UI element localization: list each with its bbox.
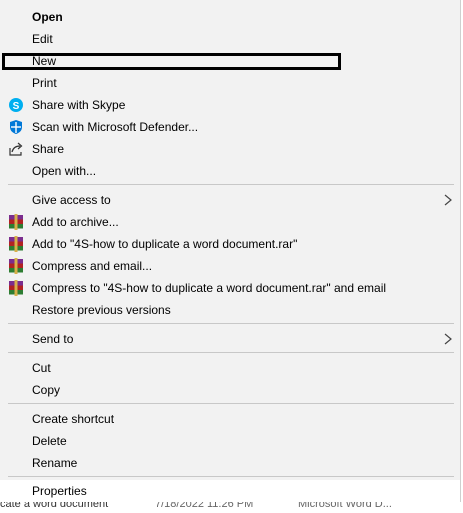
menu-item-label: Cut (32, 361, 51, 375)
menu-separator (8, 403, 454, 404)
file-date-cell: 7/18/2022 11:26 PM (155, 502, 254, 510)
menu-separator (8, 476, 454, 477)
menu-item-label: Restore previous versions (32, 303, 171, 317)
skype-icon: S (8, 97, 24, 113)
menu-item-print[interactable]: Print (0, 72, 460, 94)
menu-item-label: Share (32, 142, 65, 156)
menu-separator (8, 352, 454, 353)
menu-item-label: Compress and email... (32, 259, 153, 273)
menu-item-label: Give access to (32, 193, 111, 207)
menu-item-add-to-rar[interactable]: Add to "4S-how to duplicate a word docum… (0, 233, 460, 255)
menu-item-edit[interactable]: Edit (0, 28, 460, 50)
menu-item-label: Send to (32, 332, 74, 346)
menu-item-label: Edit (32, 32, 53, 46)
highlight-box (2, 53, 341, 70)
menu-item-label: Properties (32, 484, 87, 498)
menu-item-label: Add to archive... (32, 215, 119, 229)
menu-item-label: Copy (32, 383, 61, 397)
file-type-cell: Microsoft Word D... (298, 502, 392, 510)
menu-separator (8, 184, 454, 185)
winrar-icon (8, 258, 24, 274)
file-name-cell: cate a word document (0, 502, 109, 510)
svg-text:S: S (13, 101, 20, 112)
menu-item-label: Open with... (32, 164, 97, 178)
menu-item-delete[interactable]: Delete (0, 430, 460, 452)
menu-item-label: Open (32, 10, 63, 24)
menu-item-share[interactable]: Share (0, 138, 460, 160)
menu-item-create-shortcut[interactable]: Create shortcut (0, 408, 460, 430)
menu-item-copy[interactable]: Copy (0, 379, 460, 401)
menu-item-compress-and-email[interactable]: Compress and email... (0, 255, 460, 277)
menu-item-label: Share with Skype (32, 98, 126, 112)
menu-item-cut[interactable]: Cut (0, 357, 460, 379)
context-menu: Open Edit New Print S Share with Skype S… (0, 0, 461, 502)
menu-item-open-with[interactable]: Open with... (0, 160, 460, 182)
share-icon (8, 141, 24, 157)
winrar-icon (8, 280, 24, 296)
menu-item-properties[interactable]: Properties (0, 480, 460, 502)
menu-item-open[interactable]: Open (0, 6, 460, 28)
menu-separator (8, 323, 454, 324)
menu-item-add-to-archive[interactable]: Add to archive... (0, 211, 460, 233)
defender-shield-icon (8, 119, 24, 135)
file-list-row-behind: cate a word document 7/18/2022 11:26 PM … (0, 502, 463, 513)
menu-item-label: Create shortcut (32, 412, 115, 426)
winrar-icon (8, 236, 24, 252)
menu-item-send-to[interactable]: Send to (0, 328, 460, 350)
menu-item-label: Compress to "4S-how to duplicate a word … (32, 281, 387, 295)
menu-item-label: Scan with Microsoft Defender... (32, 120, 199, 134)
menu-item-give-access-to[interactable]: Give access to (0, 189, 460, 211)
menu-item-rename[interactable]: Rename (0, 452, 460, 474)
menu-item-restore-previous-versions[interactable]: Restore previous versions (0, 299, 460, 321)
chevron-right-icon (443, 192, 453, 208)
menu-item-scan-defender[interactable]: Scan with Microsoft Defender... (0, 116, 460, 138)
menu-item-label: Delete (32, 434, 67, 448)
winrar-icon (8, 214, 24, 230)
menu-item-label: Add to "4S-how to duplicate a word docum… (32, 237, 298, 251)
menu-item-label: Rename (32, 456, 78, 470)
menu-item-share-with-skype[interactable]: S Share with Skype (0, 94, 460, 116)
chevron-right-icon (443, 331, 453, 347)
menu-item-label: Print (32, 76, 57, 90)
menu-item-compress-to-rar-and-email[interactable]: Compress to "4S-how to duplicate a word … (0, 277, 460, 299)
